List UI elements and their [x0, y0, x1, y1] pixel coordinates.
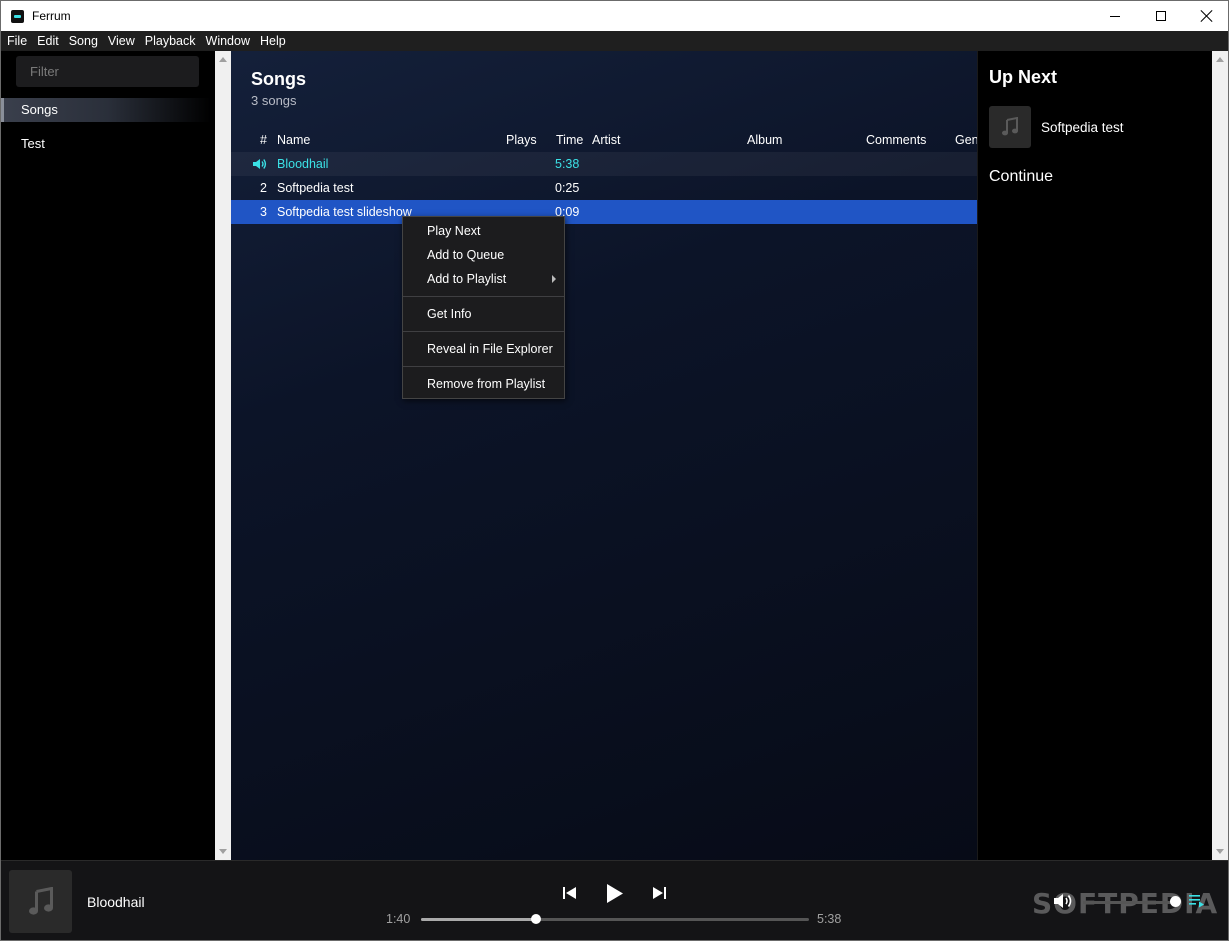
table-row[interactable]: 3 Softpedia test slideshow 0:09 [231, 200, 977, 224]
up-next-panel: Up Next Softpedia test Continue [977, 51, 1212, 860]
queue-artwork [989, 106, 1031, 148]
submenu-arrow-icon [552, 275, 556, 283]
volume-button[interactable] [1053, 891, 1075, 911]
song-count: 3 songs [251, 93, 297, 108]
elapsed-time: 1:40 [386, 912, 411, 926]
music-note-icon [1002, 117, 1018, 136]
songs-view: Songs 3 songs # Name Plays Time Artist A… [231, 51, 977, 860]
player-bar: Bloodhail 1:40 5:38 SOFTPEDIA [1, 860, 1228, 940]
column-artist[interactable]: Artist [592, 133, 620, 147]
menu-song[interactable]: Song [63, 34, 102, 48]
menu-item-remove-from-playlist[interactable]: Remove from Playlist [403, 373, 564, 395]
row-number: 3 [260, 205, 267, 219]
up-next-scrollbar[interactable] [1212, 51, 1228, 860]
column-genre[interactable]: Genr [955, 133, 977, 147]
now-playing-artwork [9, 870, 72, 933]
menu-view[interactable]: View [102, 34, 139, 48]
sidebar-item-test[interactable]: Test [1, 132, 211, 156]
next-button[interactable] [649, 883, 669, 903]
seek-progress [421, 918, 536, 921]
table-row[interactable]: 2 Softpedia test 0:25 [231, 176, 977, 200]
menu-window[interactable]: Window [200, 34, 254, 48]
app-icon [11, 10, 24, 23]
title-bar: Ferrum [0, 0, 1229, 31]
play-icon [607, 883, 623, 903]
column-album[interactable]: Album [747, 133, 782, 147]
maximize-icon [1156, 11, 1166, 21]
row-name: Bloodhail [277, 157, 329, 171]
menu-item-get-info[interactable]: Get Info [403, 303, 564, 325]
menu-bar: File Edit Song View Playback Window Help [1, 31, 1228, 51]
scroll-up-icon[interactable] [219, 57, 227, 62]
row-number: 2 [260, 181, 267, 195]
scroll-up-icon[interactable] [1216, 57, 1224, 62]
now-playing-title: Bloodhail [87, 894, 145, 910]
queue-list-icon [1189, 895, 1204, 908]
menu-file[interactable]: File [1, 34, 31, 48]
minimize-icon [1110, 15, 1120, 17]
column-name[interactable]: Name [277, 133, 310, 147]
menu-separator [403, 366, 564, 367]
up-next-title: Up Next [989, 67, 1058, 87]
menu-help[interactable]: Help [254, 34, 290, 48]
sidebar: Songs Test [1, 51, 216, 860]
music-note-icon [28, 886, 53, 915]
queue-song-title[interactable]: Softpedia test [1041, 120, 1124, 135]
duration-time: 5:38 [817, 912, 842, 926]
skip-next-icon [652, 887, 666, 899]
row-time: 5:38 [555, 157, 580, 171]
menu-playback[interactable]: Playback [139, 34, 200, 48]
row-name: Softpedia test [277, 181, 354, 195]
table-row[interactable]: Bloodhail 5:38 [231, 152, 977, 176]
context-menu: Play Next Add to Queue Add to Playlist G… [402, 216, 565, 399]
volume-icon [1054, 894, 1072, 908]
close-icon [1201, 10, 1213, 22]
sidebar-item-songs[interactable]: Songs [1, 98, 211, 122]
menu-item-add-to-playlist[interactable]: Add to Playlist [403, 268, 564, 290]
column-comments[interactable]: Comments [866, 133, 926, 147]
menu-edit[interactable]: Edit [31, 34, 63, 48]
filter-input[interactable] [16, 56, 199, 87]
queue-button[interactable] [1187, 891, 1207, 911]
continue-heading: Continue [989, 168, 1054, 185]
menu-separator [403, 331, 564, 332]
page-title: Songs [251, 69, 307, 89]
previous-button[interactable] [559, 883, 579, 903]
column-plays[interactable]: Plays [506, 133, 537, 147]
row-name: Softpedia test slideshow [277, 205, 412, 219]
seek-bar[interactable] [421, 914, 809, 924]
maximize-button[interactable] [1138, 1, 1184, 31]
row-time: 0:25 [555, 181, 580, 195]
play-button[interactable] [603, 882, 627, 904]
speaker-playing-icon [253, 159, 267, 169]
menu-item-play-next[interactable]: Play Next [403, 220, 564, 242]
sidebar-scrollbar[interactable] [215, 51, 231, 860]
scroll-down-icon[interactable] [219, 849, 227, 854]
close-button[interactable] [1184, 1, 1229, 31]
window-title: Ferrum [32, 9, 71, 23]
menu-item-label: Add to Playlist [427, 272, 507, 286]
column-time[interactable]: Time [556, 133, 583, 147]
volume-slider[interactable] [1083, 901, 1176, 904]
menu-separator [403, 296, 564, 297]
volume-handle[interactable] [1170, 896, 1181, 907]
menu-item-reveal-in-explorer[interactable]: Reveal in File Explorer [403, 338, 564, 360]
scroll-down-icon[interactable] [1216, 849, 1224, 854]
minimize-button[interactable] [1092, 1, 1138, 31]
seek-handle[interactable] [530, 914, 541, 924]
column-number[interactable]: # [260, 133, 267, 147]
menu-item-add-to-queue[interactable]: Add to Queue [403, 244, 564, 266]
skip-previous-icon [562, 887, 576, 899]
